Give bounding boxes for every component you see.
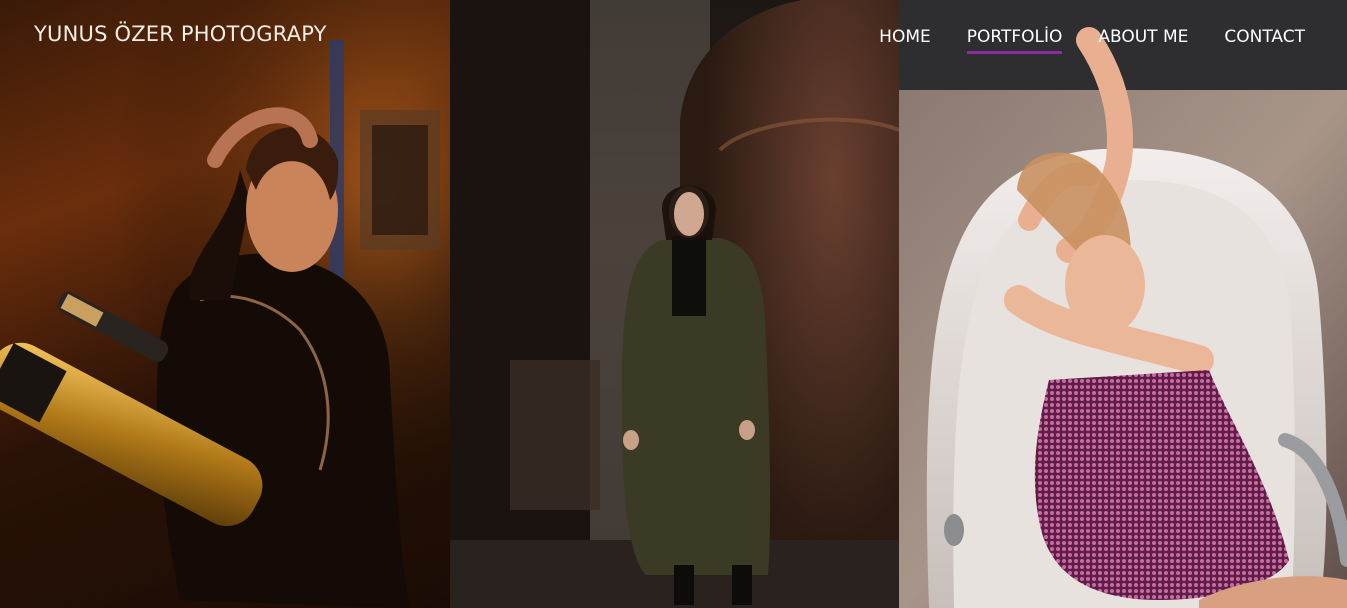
photo-2-illustration: [450, 0, 899, 608]
nav-home-link[interactable]: HOME: [879, 27, 931, 51]
photo-3-illustration: [899, 0, 1347, 608]
gallery-photo-3[interactable]: [899, 0, 1347, 608]
gallery-photo-1[interactable]: [0, 0, 450, 608]
nav-contact-link[interactable]: CONTACT: [1224, 27, 1305, 51]
nav-portfolio-link[interactable]: PORTFOLİO: [966, 27, 1063, 54]
photo-gallery: [0, 0, 1347, 608]
gallery-photo-2[interactable]: [450, 0, 899, 608]
main-nav: HOME PORTFOLİO ABOUT ME CONTACT: [879, 27, 1305, 54]
nav-about-link[interactable]: ABOUT ME: [1098, 27, 1188, 51]
photo-1-illustration: [0, 0, 450, 608]
brand-title[interactable]: YUNUS ÖZER PHOTOGRAPY: [34, 22, 327, 46]
